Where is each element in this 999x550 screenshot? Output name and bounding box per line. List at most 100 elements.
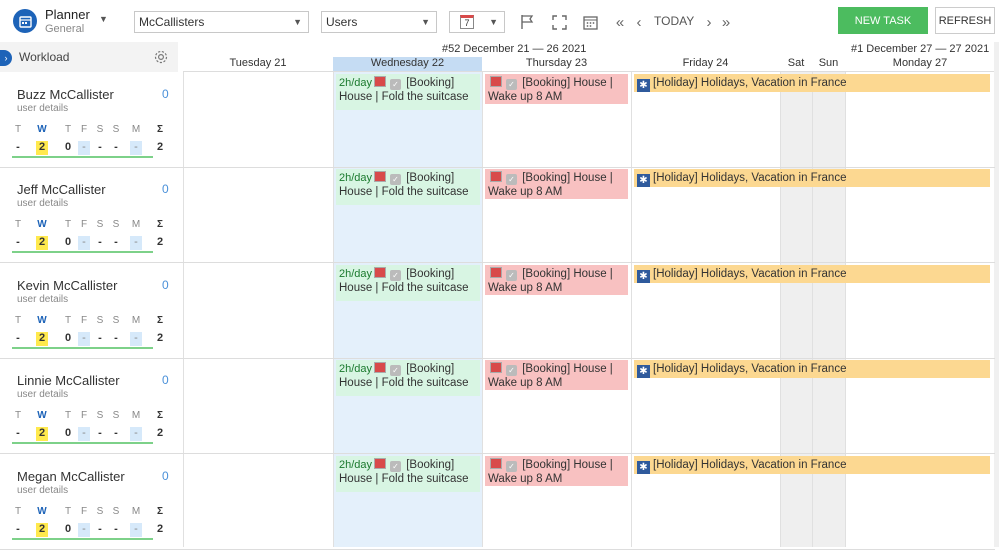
refresh-button[interactable]: REFRESH [935,7,995,34]
user-details[interactable]: user details [17,294,68,305]
chevron-left-icon[interactable]: ‹ [629,12,649,32]
workload-bar [12,538,153,540]
user-name[interactable]: Linnie McCallister [17,373,120,388]
user-task-count[interactable]: 0 [162,373,169,387]
workload-bar [12,156,153,158]
fullscreen-icon[interactable] [549,12,569,32]
day-header-wednesday[interactable]: Wednesday 22 [333,57,482,72]
day-header-sunday[interactable]: Sun [812,57,845,72]
task-hours: 2h/day [339,363,373,375]
task-hours: 2h/day [339,172,373,184]
workload-day-label: T [14,124,22,135]
workload-day-label: F [80,219,88,230]
workload-day-value: - [78,236,90,250]
snowflake-icon: ✱ [637,79,650,92]
task-holiday[interactable]: ✱ [Holiday] Holidays, Vacation in France [634,265,990,283]
day-header-saturday[interactable]: Sat [780,57,812,72]
new-task-button[interactable]: NEW TASK [838,7,928,34]
workload-day-value: - [130,236,142,250]
calendar-grid-icon[interactable] [580,12,600,32]
task-title: [Booking] [406,172,455,184]
today-button[interactable]: TODAY [654,14,694,28]
user-name[interactable]: Megan McCallister [17,469,125,484]
user-name[interactable]: Jeff McCallister [17,182,106,197]
app-title: Planner [45,7,90,22]
workload-day-value: - [130,427,142,441]
user-details[interactable]: user details [17,103,68,114]
task-title: [Holiday] Holidays, Vacation in France [653,77,847,89]
workload-day-value: 0 [64,332,72,344]
scrollbar[interactable] [994,42,999,547]
workload-day-value: 2 [156,141,164,153]
task-booking-thursday[interactable]: ✓ [Booking] House | Wake up 8 AM [485,360,628,390]
row-divider [0,358,995,359]
workload-day-value: - [98,141,102,153]
task-subtitle: House | Fold the suitcase [339,473,469,485]
user-details[interactable]: user details [17,389,68,400]
task-hours: 2h/day [339,77,373,89]
task-title: [Booking] [406,77,455,89]
saturday-column [780,72,812,547]
app-menu-chevron-down-icon[interactable]: ▼ [99,14,108,24]
workload-day-label: F [80,124,88,135]
task-booking-wednesday[interactable]: 2h/day ✓ [Booking] House | Fold the suitca… [336,456,480,492]
gear-icon[interactable] [153,49,169,65]
task-title: [Booking] House | [522,268,613,280]
user-task-count[interactable]: 0 [162,87,169,101]
flag-icon[interactable] [517,12,537,32]
task-booking-thursday[interactable]: ✓ [Booking] House | Wake up 8 AM [485,169,628,199]
workload-day-label: S [96,410,104,421]
workload-day-label: W [37,315,47,326]
task-booking-wednesday[interactable]: 2h/day ✓ [Booking] House | Fold the suitca… [336,265,480,301]
task-booking-wednesday[interactable]: 2h/day ✓ [Booking] House | Fold the suitca… [336,360,480,396]
user-task-count[interactable]: 0 [162,469,169,483]
user-details[interactable]: user details [17,198,68,209]
workload-day-label: T [64,219,72,230]
task-booking-thursday[interactable]: ✓ [Booking] House | Wake up 8 AM [485,265,628,295]
day-header-tuesday[interactable]: Tuesday 21 [183,57,333,72]
user-details[interactable]: user details [17,485,68,496]
column-divider [780,72,781,547]
day-header-thursday[interactable]: Thursday 23 [482,57,631,72]
column-divider [631,72,632,547]
calendar-app-icon[interactable] [13,9,37,33]
task-booking-wednesday[interactable]: 2h/day ✓ [Booking] House | Fold the suitca… [336,169,480,205]
user-task-count[interactable]: 0 [162,182,169,196]
column-divider [183,72,184,547]
project-select[interactable]: McCallisters ▼ [134,11,309,33]
day-header-friday[interactable]: Friday 24 [631,57,780,72]
user-name[interactable]: Kevin McCallister [17,278,117,293]
task-holiday[interactable]: ✱ [Holiday] Holidays, Vacation in France [634,74,990,92]
task-booking-thursday[interactable]: ✓ [Booking] House | Wake up 8 AM [485,74,628,104]
task-hours: 2h/day [339,268,373,280]
task-booking-thursday[interactable]: ✓ [Booking] House | Wake up 8 AM [485,456,628,486]
date-picker-calendar-icon: 7 [460,15,474,29]
check-icon: ✓ [506,270,517,281]
day-header-monday[interactable]: Monday 27 [845,57,995,72]
sunday-column [812,72,845,547]
date-picker[interactable]: 7 ▼ [449,11,505,33]
task-title: [Booking] House | [522,172,613,184]
calendar-icon [374,76,387,87]
task-booking-wednesday[interactable]: 2h/day ✓ [Booking] House | Fold the suitca… [336,74,480,110]
workload-summary: T-W2T0F-S-S-M-Σ2 [12,219,163,255]
workload-day-label: M [131,219,141,230]
user-task-count[interactable]: 0 [162,278,169,292]
user-name[interactable]: Buzz McCallister [17,87,114,102]
workload-day-value: - [114,236,118,248]
task-holiday[interactable]: ✱ [Holiday] Holidays, Vacation in France [634,169,990,187]
workload-day-value: - [114,332,118,344]
view-select[interactable]: Users ▼ [321,11,437,33]
workload-day-value: - [78,141,90,155]
task-holiday[interactable]: ✱ [Holiday] Holidays, Vacation in France [634,360,990,378]
check-icon: ✓ [506,174,517,185]
workload-day-label: T [14,315,22,326]
double-chevron-right-icon[interactable]: » [716,12,736,32]
task-holiday[interactable]: ✱ [Holiday] Holidays, Vacation in France [634,456,990,474]
task-title: [Booking] [406,363,455,375]
snowflake-icon: ✱ [637,270,650,283]
double-chevron-left-icon[interactable]: « [610,12,630,32]
task-title: [Booking] House | [522,459,613,471]
task-subtitle: Wake up 8 AM [488,473,563,485]
workload-day-value: - [16,332,20,344]
